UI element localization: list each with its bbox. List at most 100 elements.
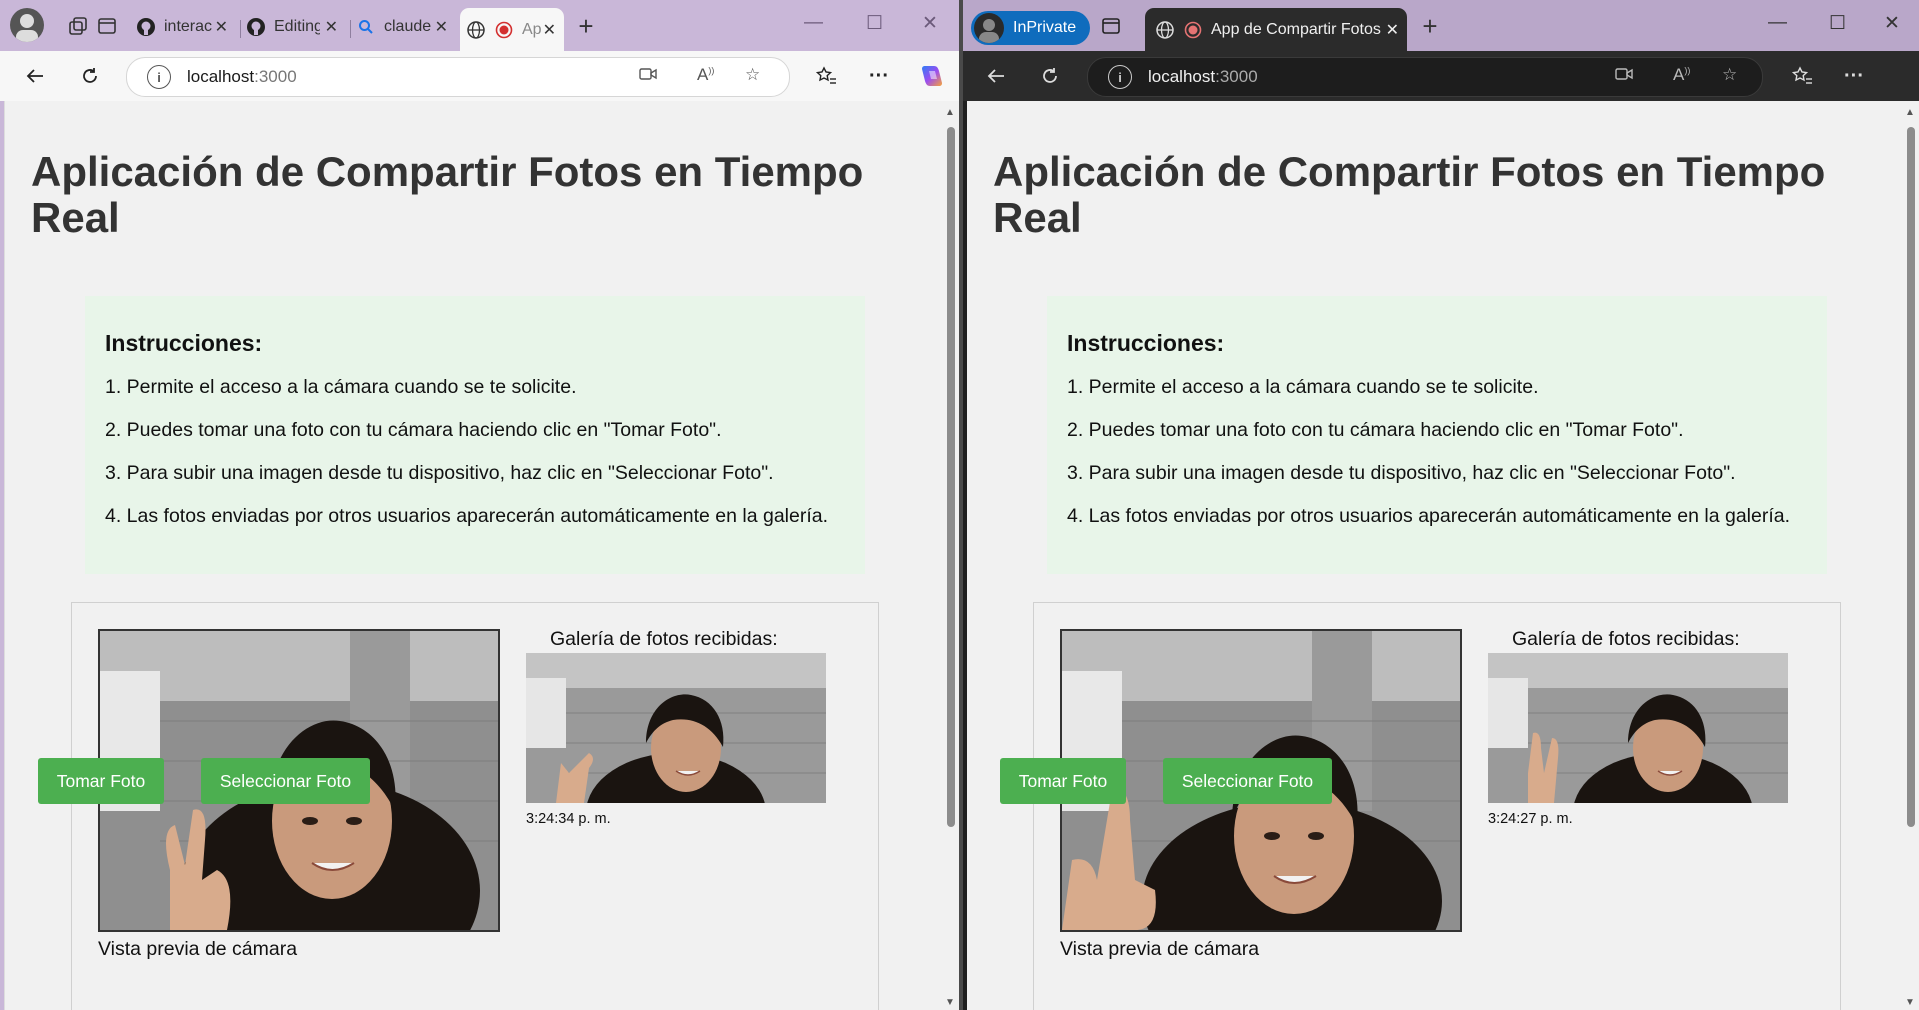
tab-title: Ap	[522, 20, 542, 38]
instruction-item: 2. Puedes tomar una foto con tu cámara h…	[1067, 419, 1684, 441]
web-page: Aplicación de Compartir Fotos en Tiempo …	[4, 101, 959, 1010]
address-bar[interactable]: i localhost:3000 A)) ☆	[1087, 57, 1763, 97]
scroll-down-icon[interactable]: ▼	[945, 997, 955, 1008]
tab-interaction[interactable]: interacti ✕	[136, 10, 236, 43]
tab-title: claude -	[384, 17, 434, 35]
github-icon	[136, 17, 156, 37]
close-window-icon[interactable]: ✕	[922, 12, 938, 35]
address-url: localhost:3000	[187, 67, 297, 86]
favorite-star-icon[interactable]: ☆	[745, 65, 760, 85]
tab-title: App de Compartir Fotos	[1211, 20, 1381, 38]
take-photo-button[interactable]: Tomar Foto	[1000, 758, 1126, 804]
profile-avatar[interactable]	[10, 8, 44, 42]
site-info-icon[interactable]: i	[1108, 65, 1132, 89]
browser-toolbar: i localhost:3000 A)) ☆ ···	[963, 51, 1919, 101]
browser-toolbar: i localhost:3000 A)) ☆ ···	[0, 51, 959, 101]
favorite-star-icon[interactable]: ☆	[1722, 65, 1737, 85]
site-info-icon[interactable]: i	[147, 65, 171, 89]
close-window-icon[interactable]: ✕	[1884, 12, 1900, 35]
camera-in-use-icon[interactable]	[639, 65, 657, 88]
instructions-box: Instrucciones: 1. Permite el acceso a la…	[85, 296, 865, 574]
address-bar[interactable]: i localhost:3000 A)) ☆	[126, 57, 790, 97]
back-arrow-icon[interactable]	[20, 61, 50, 91]
gallery-photo[interactable]	[1488, 653, 1788, 803]
page-title: Aplicación de Compartir Fotos en Tiempo …	[31, 148, 864, 241]
instruction-item: 3. Para subir una imagen desde tu dispos…	[1067, 462, 1736, 484]
workspaces-icon[interactable]	[63, 11, 93, 41]
globe-icon	[1155, 20, 1175, 40]
recording-icon	[1183, 20, 1203, 40]
favorites-list-icon[interactable]	[811, 61, 841, 91]
inprivate-label: InPrivate	[1013, 19, 1077, 36]
instruction-item: 4. Las fotos enviadas por otros usuarios…	[105, 505, 829, 527]
tab-title: interacti	[164, 17, 212, 35]
refresh-icon[interactable]	[75, 61, 105, 91]
favorites-list-icon[interactable]	[1787, 61, 1817, 91]
tab-active-app[interactable]: App de Compartir Fotos ✕	[1145, 8, 1407, 51]
take-photo-button[interactable]: Tomar Foto	[38, 758, 164, 804]
instruction-item: 3. Para subir una imagen desde tu dispos…	[105, 462, 774, 484]
address-url: localhost:3000	[1148, 67, 1258, 86]
instructions-heading: Instrucciones:	[105, 330, 263, 356]
page-scrollbar[interactable]: ▲ ▼	[1901, 101, 1919, 1010]
page-scrollbar[interactable]: ▲ ▼	[941, 101, 959, 1010]
tab-active-app[interactable]: Ap ✕	[460, 8, 564, 51]
vertical-tabs-icon[interactable]	[1096, 11, 1126, 41]
search-icon	[356, 17, 376, 37]
scroll-up-icon[interactable]: ▲	[1905, 107, 1915, 118]
scroll-up-icon[interactable]: ▲	[945, 107, 955, 118]
minimize-icon[interactable]: —	[1768, 12, 1787, 34]
gallery-photo[interactable]	[526, 653, 826, 803]
close-tab-icon[interactable]: ✕	[325, 17, 338, 37]
web-page: Aplicación de Compartir Fotos en Tiempo …	[967, 101, 1919, 1010]
maximize-icon[interactable]: ☐	[866, 12, 883, 35]
minimize-icon[interactable]: —	[804, 12, 823, 34]
scroll-down-icon[interactable]: ▼	[1905, 997, 1915, 1008]
camera-preview-label: Vista previa de cámara	[98, 938, 298, 960]
read-aloud-icon[interactable]: A))	[1673, 65, 1690, 85]
maximize-icon[interactable]: ☐	[1829, 12, 1846, 35]
github-icon	[246, 17, 266, 37]
more-menu-icon[interactable]: ···	[1839, 61, 1869, 91]
instructions-box: Instrucciones: 1. Permite el acceso a la…	[1047, 296, 1827, 574]
gallery-title: Galería de fotos recibidas:	[1512, 628, 1740, 650]
instructions-heading: Instrucciones:	[1067, 330, 1225, 356]
camera-in-use-icon[interactable]	[1615, 65, 1633, 88]
select-photo-button[interactable]: Seleccionar Foto	[201, 758, 370, 804]
instruction-item: 2. Puedes tomar una foto con tu cámara h…	[105, 419, 722, 441]
gallery-photo-timestamp: 3:24:27 p. m.	[1488, 811, 1573, 827]
photo-panel: Vista previa de cámara Galería de fotos …	[1033, 602, 1841, 1010]
instruction-item: 1. Permite el acceso a la cámara cuando …	[1067, 376, 1539, 398]
gallery-photo-timestamp: 3:24:34 p. m.	[526, 811, 611, 827]
vertical-tabs-icon[interactable]	[92, 11, 122, 41]
gallery-title: Galería de fotos recibidas:	[550, 628, 778, 650]
back-arrow-icon[interactable]	[981, 61, 1011, 91]
browser-window-right: InPrivate App de Compartir Fotos ✕ + — ☐…	[963, 0, 1919, 1010]
tab-search[interactable]: claude - ✕	[356, 10, 456, 43]
camera-preview-label: Vista previa de cámara	[1060, 938, 1260, 960]
tab-editing[interactable]: Editing ✕	[246, 10, 346, 43]
copilot-icon[interactable]	[917, 61, 947, 91]
browser-window-left: interacti ✕ Editing ✕ claude - ✕	[0, 0, 959, 1010]
new-tab-icon[interactable]: +	[571, 11, 601, 41]
tab-strip: interacti ✕ Editing ✕ claude - ✕	[0, 0, 959, 51]
close-tab-icon[interactable]: ✕	[543, 20, 556, 40]
instruction-item: 1. Permite el acceso a la cámara cuando …	[105, 376, 577, 398]
scrollbar-thumb[interactable]	[1907, 127, 1915, 827]
more-menu-icon[interactable]: ···	[864, 61, 894, 91]
close-tab-icon[interactable]: ✕	[435, 17, 448, 37]
refresh-icon[interactable]	[1035, 61, 1065, 91]
read-aloud-icon[interactable]: A))	[697, 65, 714, 85]
tab-separator	[240, 20, 241, 38]
close-tab-icon[interactable]: ✕	[1386, 20, 1399, 40]
scrollbar-thumb[interactable]	[947, 127, 955, 827]
inprivate-badge[interactable]: InPrivate	[971, 11, 1090, 45]
instructions-list: 1. Permite el acceso a la cámara cuando …	[1067, 376, 1790, 548]
instructions-list: 1. Permite el acceso a la cámara cuando …	[105, 376, 828, 548]
tab-strip: InPrivate App de Compartir Fotos ✕ + — ☐…	[963, 0, 1919, 51]
page-title: Aplicación de Compartir Fotos en Tiempo …	[993, 148, 1826, 241]
select-photo-button[interactable]: Seleccionar Foto	[1163, 758, 1332, 804]
close-tab-icon[interactable]: ✕	[215, 17, 228, 37]
recording-icon	[494, 20, 514, 40]
new-tab-icon[interactable]: +	[1415, 11, 1445, 41]
